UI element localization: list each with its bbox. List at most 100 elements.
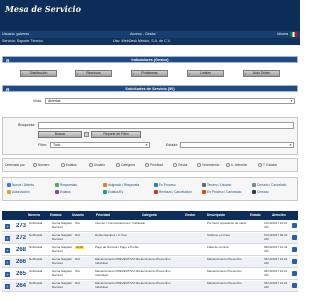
legend-respuestas[interactable]: Respuestas	[55, 183, 77, 188]
chevron-down-icon: ▼	[289, 143, 292, 147]
column-header-numero[interactable]: Número	[28, 211, 40, 220]
legend-tercero-usuario[interactable]: Tercero / Usuario	[202, 183, 231, 188]
edit-icon[interactable]	[292, 235, 297, 240]
sort-option-categoria[interactable]: Categoría	[116, 163, 135, 168]
legend-en-proceso[interactable]: En Proceso	[154, 183, 175, 188]
sort-option-numero[interactable]: Número	[33, 163, 49, 168]
distribucion-button[interactable]: ▪ Distribución	[20, 70, 57, 77]
request-status: Notificada	[29, 282, 43, 285]
request-number-link[interactable]: 272	[16, 235, 26, 241]
chart-icon: ▪	[77, 71, 79, 76]
table-row[interactable]: +266 Notificada Gema Salgado Ramirez N/A Man…	[2, 257, 298, 268]
user-label: Usuario: gsierras	[2, 32, 30, 36]
sort-option-u-atencion[interactable]: U. Atención	[226, 163, 247, 168]
legend-estatus[interactable]: Estatus	[55, 190, 71, 195]
request-user: Gema Salgado Ramirez	[52, 246, 72, 253]
sort-option-prioridad[interactable]: Prioridad	[145, 163, 163, 168]
status-icon	[252, 190, 256, 195]
chart-icon: ▪	[133, 71, 135, 76]
sort-option-vencimiento[interactable]: Vencimiento	[197, 163, 219, 168]
request-user: Gema Salgado Ramirez	[52, 234, 72, 241]
status-icon	[154, 183, 158, 188]
edit-icon[interactable]	[292, 247, 297, 252]
chevron-down-icon: ▼	[145, 143, 148, 147]
legend-estatus-ev[interactable]: Estatus/Ev	[103, 190, 123, 195]
table-row[interactable]: +265 Notificada Gema Salgado Ramirez N/A Man…	[2, 269, 298, 280]
request-date: 04/10/2017 10:21 AM	[264, 270, 288, 277]
edit-icon[interactable]	[292, 259, 297, 264]
sort-option-t-estatus[interactable]: T. Estatus	[258, 163, 277, 168]
legend-rechazo-cancelacion[interactable]: Rechazo / Cancelación	[154, 190, 192, 195]
edit-icon[interactable]	[292, 283, 297, 288]
solicitudes-header[interactable]: ⊟ Solicitudes de Servicio (50)	[2, 85, 298, 92]
request-priority: N/A	[75, 258, 81, 261]
sort-option-estatus[interactable]: Estatus	[61, 163, 77, 168]
legend-cerrado[interactable]: Cerrado	[252, 190, 269, 195]
status-icon	[103, 183, 107, 188]
limites-button[interactable]: ▪ Límites	[187, 70, 224, 77]
reporte-filtro-button[interactable]: Reporte de Filtro	[91, 131, 141, 138]
legend-en-proceso-cancelado[interactable]: En Proceso / Cancelado	[202, 190, 241, 195]
problemas-button[interactable]: ▪ Problemas	[131, 70, 168, 77]
request-number-link[interactable]: 268	[16, 247, 26, 253]
collapse-icon[interactable]: ⊟	[6, 57, 9, 64]
request-priority: N/A	[75, 282, 81, 285]
language-link[interactable]: Idioma	[277, 31, 288, 38]
column-header-gestor[interactable]: Gestor	[185, 211, 195, 220]
chart-icon: ▪	[245, 71, 247, 76]
expand-icon[interactable]: +	[5, 284, 10, 289]
request-number-link[interactable]: 265	[16, 271, 26, 277]
column-header-estatus[interactable]: Estatus	[50, 211, 62, 220]
legend-asignado-respuesta[interactable]: Asignado / Respuesta	[103, 183, 139, 188]
expand-icon[interactable]: +	[5, 224, 10, 229]
expand-icon[interactable]: +	[5, 248, 10, 253]
search-input[interactable]	[38, 122, 294, 129]
edit-icon[interactable]	[292, 271, 297, 276]
app-logo-title: Mesa de Servicio	[5, 4, 81, 14]
vista-select[interactable]: Abiertas ▼	[45, 98, 295, 104]
auto-orden-button[interactable]: ▪ Auto Orden	[243, 70, 280, 77]
chart-icon: ▪	[22, 71, 24, 76]
table-row[interactable]: +264 Notificada Gema Salgado Ramirez N/A Man…	[2, 281, 298, 292]
recursos-button[interactable]: ▪ Recursos	[75, 70, 112, 77]
column-header-usuario[interactable]: Usuario	[72, 211, 84, 220]
solicitudes-title: Solicitudes de Servicio (50)	[125, 87, 175, 91]
buscar-button[interactable]: Buscar	[38, 131, 82, 138]
column-header-categoria[interactable]: Categoría	[142, 211, 157, 220]
request-user: Gema Salgado Ramirez	[52, 222, 72, 229]
request-category: Redes Equipos / In Vivo	[95, 234, 127, 237]
table-row[interactable]: +268 Notificada Gema Salgado Ramirez ALTA Pa…	[2, 245, 298, 256]
filter-icon[interactable]	[84, 132, 89, 137]
request-date: 09/10/2017 10:44 AM	[264, 246, 288, 253]
request-date: 10/10/2017 09:44 AM	[264, 234, 288, 241]
column-header-estado[interactable]: Estado	[250, 211, 261, 220]
request-number-link[interactable]: 264	[16, 283, 26, 289]
status-icon	[202, 183, 206, 188]
legend-nueva-abierta[interactable]: Nueva / Abierta	[7, 183, 34, 188]
table-row[interactable]: +272 Notificada Gema Salgado Ramirez N/A Red…	[2, 233, 298, 244]
expand-icon[interactable]: +	[5, 272, 10, 277]
mexico-flag-icon[interactable]	[290, 32, 297, 37]
status-icon	[103, 190, 107, 195]
expand-icon[interactable]: +	[5, 260, 10, 265]
request-category: Mantenimiento PREVENTIVO Mantenimiento P…	[95, 282, 171, 289]
column-header-descripcion[interactable]: Descripción	[207, 211, 225, 220]
estado-select[interactable]: ▼	[180, 142, 294, 148]
sort-option-gestor[interactable]: Gestor	[173, 163, 188, 168]
column-header-atencion[interactable]: Atención	[272, 211, 286, 220]
expand-icon[interactable]: +	[5, 236, 10, 241]
request-date: 04/10/2017 10:21 AM	[264, 282, 288, 289]
column-header-prioridad[interactable]: Prioridad	[96, 211, 110, 220]
filtro-select[interactable]: Todo ▼	[50, 142, 150, 148]
edit-icon[interactable]	[292, 223, 297, 228]
company-label: Usu: WebDesk México, S.A. de C.V.	[113, 39, 171, 43]
sort-option-usuario[interactable]: Usuario	[89, 163, 105, 168]
requests-table-header: Número Estatus Usuario Prioridad Categor…	[2, 211, 298, 220]
indicadores-header[interactable]: ⊟ Indicadores (Gestor)	[2, 56, 298, 63]
table-row[interactable]: +273 Notificada Gema Salgado Ramirez N/A Int…	[2, 221, 298, 232]
legend-cerrado-cancelado[interactable]: Cerrado / Cancelado	[252, 183, 286, 188]
legend-autorizacion[interactable]: Autorización	[7, 190, 30, 195]
request-number-link[interactable]: 266	[16, 259, 26, 265]
request-number-link[interactable]: 273	[16, 223, 26, 229]
collapse-icon[interactable]: ⊟	[6, 86, 9, 93]
